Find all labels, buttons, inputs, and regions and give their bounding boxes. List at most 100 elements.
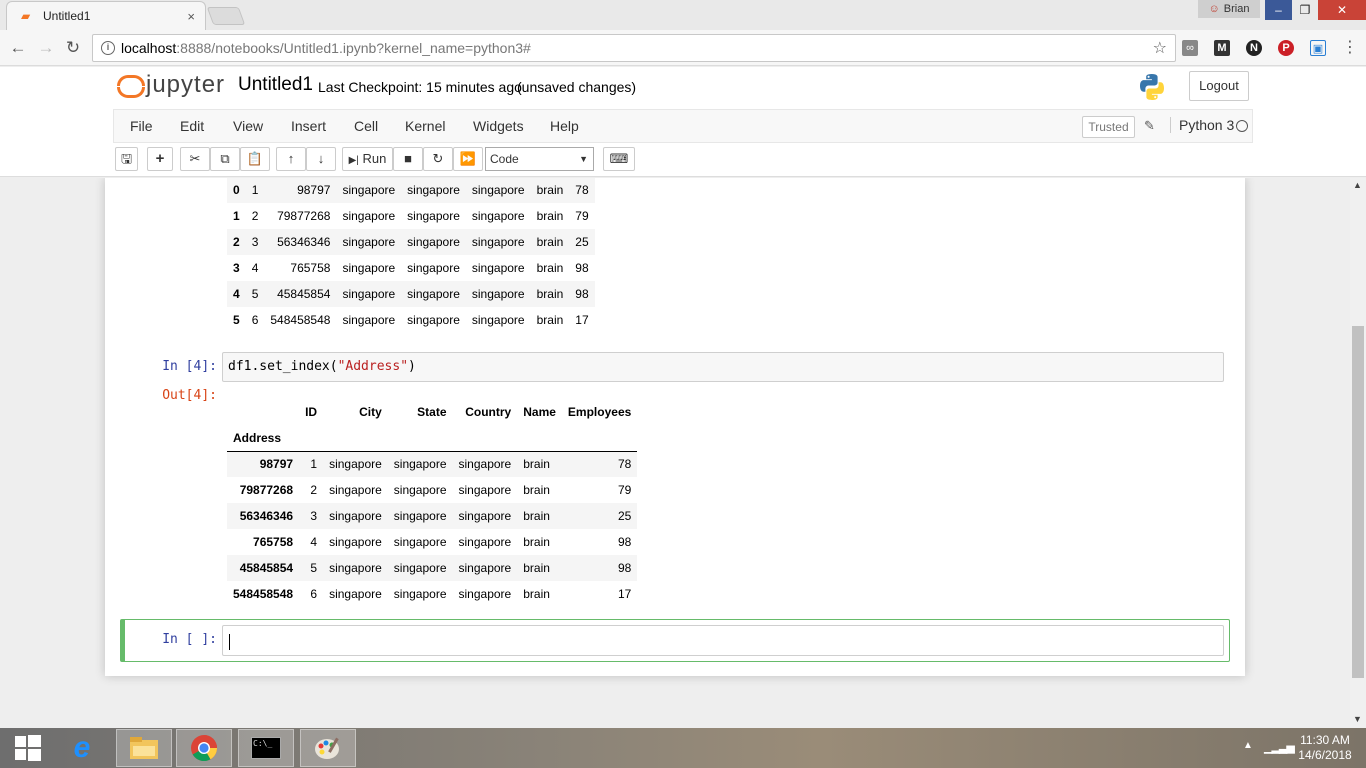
browser-titlebar: ▰ Untitled1 × ☺ Brian – ❐ ✕ bbox=[0, 0, 1366, 30]
edit-pencil-icon[interactable]: ✎ bbox=[1144, 118, 1155, 134]
jupyter-logo-text: jupyter bbox=[146, 71, 226, 98]
chrome-menu-icon[interactable]: ⋮ bbox=[1342, 40, 1358, 56]
site-info-icon[interactable]: i bbox=[101, 41, 115, 55]
tab-close-icon[interactable]: × bbox=[187, 9, 195, 24]
table-cell: singapore bbox=[471, 286, 525, 301]
table-row: 0 1 98797 singapore singapore singapore brain 7… bbox=[227, 178, 595, 203]
forward-arrow-icon[interactable]: → bbox=[36, 38, 56, 58]
windows-start-icon[interactable] bbox=[0, 729, 56, 767]
table-cell: 56346346 bbox=[277, 234, 331, 249]
table-cell: singapore bbox=[407, 182, 460, 197]
run-button[interactable]: ▶| Run bbox=[342, 147, 393, 171]
move-up-arrow-icon[interactable]: ↑ bbox=[276, 147, 306, 171]
menu-insert[interactable]: Insert bbox=[291, 118, 326, 134]
table-cell: brain bbox=[523, 535, 550, 549]
close-window-button[interactable]: ✕ bbox=[1318, 0, 1366, 20]
table-row: 2 3 56346346 singapore singapore singapore bra… bbox=[227, 228, 595, 255]
table-row: 79877268 2 singapore singapore singapore brai… bbox=[227, 477, 637, 503]
menu-kernel[interactable]: Kernel bbox=[405, 118, 445, 134]
table-cell: 98 bbox=[575, 260, 589, 275]
table-cell: 4 bbox=[310, 535, 318, 549]
table-cell: brain bbox=[523, 587, 550, 601]
code-text: df1.set_index( bbox=[228, 359, 338, 374]
logout-button[interactable]: Logout bbox=[1189, 71, 1249, 101]
row-index-address: 45845854 bbox=[239, 561, 294, 575]
trusted-indicator[interactable]: Trusted bbox=[1082, 116, 1135, 138]
menu-cell[interactable]: Cell bbox=[354, 118, 378, 134]
index-name-header: Address bbox=[233, 430, 282, 445]
page-scrollbar[interactable]: ▲ ▼ bbox=[1350, 178, 1366, 728]
interrupt-stop-icon[interactable]: ■ bbox=[393, 147, 423, 171]
extension-screen-icon[interactable]: ▣ bbox=[1310, 40, 1326, 56]
extension-glasses-icon[interactable]: ∞ bbox=[1182, 40, 1198, 56]
menu-file[interactable]: File bbox=[130, 118, 153, 134]
code-string: "Address" bbox=[337, 359, 409, 374]
minimize-button[interactable]: – bbox=[1265, 0, 1292, 20]
table-cell: singapore bbox=[471, 312, 525, 327]
profile-button[interactable]: ☺ Brian bbox=[1198, 0, 1260, 18]
reload-icon[interactable]: ↻ bbox=[63, 38, 83, 58]
restart-run-all-icon[interactable]: ⏩ bbox=[453, 147, 483, 171]
browser-tab[interactable]: ▰ Untitled1 × bbox=[6, 1, 206, 30]
maximize-button[interactable]: ❐ bbox=[1292, 0, 1318, 20]
paste-icon[interactable]: 📋 bbox=[240, 147, 270, 171]
address-bar[interactable]: i localhost:8888/notebooks/Untitled1.ipy… bbox=[92, 34, 1176, 62]
paint-icon[interactable] bbox=[300, 729, 356, 767]
extension-n-icon[interactable]: N bbox=[1246, 40, 1262, 56]
row-index-address: 548458548 bbox=[233, 587, 294, 601]
table-cell: 2 bbox=[310, 483, 318, 497]
bookmark-star-icon[interactable]: ☆ bbox=[1153, 38, 1167, 58]
keyboard-shortcuts-icon[interactable]: ⌨ bbox=[603, 147, 635, 171]
new-tab-button[interactable] bbox=[206, 7, 246, 25]
active-code-cell[interactable]: In [ ]: bbox=[120, 619, 1230, 662]
show-hidden-icons-chevron-icon[interactable]: ▲ bbox=[1243, 740, 1253, 751]
copy-icon[interactable]: ⧉ bbox=[210, 147, 240, 171]
chrome-icon[interactable] bbox=[176, 729, 232, 767]
column-header: State bbox=[417, 405, 447, 419]
notebook-title[interactable]: Untitled1 bbox=[238, 74, 313, 96]
cut-icon[interactable]: ✂ bbox=[180, 147, 210, 171]
menu-edit[interactable]: Edit bbox=[180, 118, 204, 134]
table-cell: 98 bbox=[575, 286, 589, 301]
profile-icon: ☺ bbox=[1208, 3, 1220, 15]
scroll-up-icon[interactable]: ▲ bbox=[1353, 180, 1362, 190]
chevron-down-icon: ▼ bbox=[579, 154, 588, 164]
empty-cell-input[interactable] bbox=[222, 625, 1224, 656]
run-label: Run bbox=[362, 151, 387, 166]
table-cell: singapore bbox=[393, 457, 447, 472]
table-cell: 98 bbox=[617, 561, 632, 575]
run-icon: ▶| bbox=[348, 155, 359, 166]
insert-cell-plus-icon[interactable]: + bbox=[147, 147, 173, 171]
column-header: ID bbox=[305, 405, 318, 419]
command-prompt-icon[interactable]: C:\_ bbox=[238, 729, 294, 767]
row-index-address: 98797 bbox=[259, 457, 294, 472]
jupyter-favicon-icon: ▰ bbox=[21, 8, 31, 23]
table-cell: singapore bbox=[471, 208, 525, 223]
menu-widgets[interactable]: Widgets bbox=[473, 118, 524, 134]
table-cell: 5 bbox=[251, 286, 259, 301]
file-explorer-icon[interactable] bbox=[116, 729, 172, 767]
internet-explorer-icon[interactable]: e bbox=[54, 729, 110, 767]
scroll-down-icon[interactable]: ▼ bbox=[1353, 714, 1362, 724]
table-cell: singapore bbox=[342, 234, 396, 249]
code-cell-input[interactable]: df1.set_index("Address") bbox=[222, 352, 1224, 382]
row-index-address: 79877268 bbox=[239, 483, 294, 497]
system-clock[interactable]: 11:30 AM 14/6/2018 bbox=[1290, 733, 1360, 763]
jupyter-logo[interactable]: jupyter bbox=[116, 71, 225, 99]
cell-type-select[interactable]: Code ▼ bbox=[485, 147, 594, 171]
scrollbar-thumb[interactable] bbox=[1352, 326, 1364, 678]
menu-view[interactable]: View bbox=[233, 118, 263, 134]
table-cell: brain bbox=[523, 483, 550, 497]
restart-icon[interactable]: ↻ bbox=[423, 147, 453, 171]
table-cell: brain bbox=[536, 312, 564, 327]
table-cell: 765758 bbox=[290, 260, 331, 275]
table-cell: singapore bbox=[329, 535, 382, 549]
pinterest-icon[interactable]: P bbox=[1278, 40, 1294, 56]
move-down-arrow-icon[interactable]: ↓ bbox=[306, 147, 336, 171]
jupyter-header: jupyter Untitled1 Last Checkpoint: 15 mi… bbox=[0, 67, 1366, 177]
back-arrow-icon[interactable]: ← bbox=[8, 38, 28, 58]
extension-m-icon[interactable]: M bbox=[1214, 40, 1230, 56]
menu-help[interactable]: Help bbox=[550, 118, 579, 134]
row-index: 2 bbox=[233, 234, 240, 249]
save-icon[interactable]: 🖫 bbox=[115, 147, 138, 171]
